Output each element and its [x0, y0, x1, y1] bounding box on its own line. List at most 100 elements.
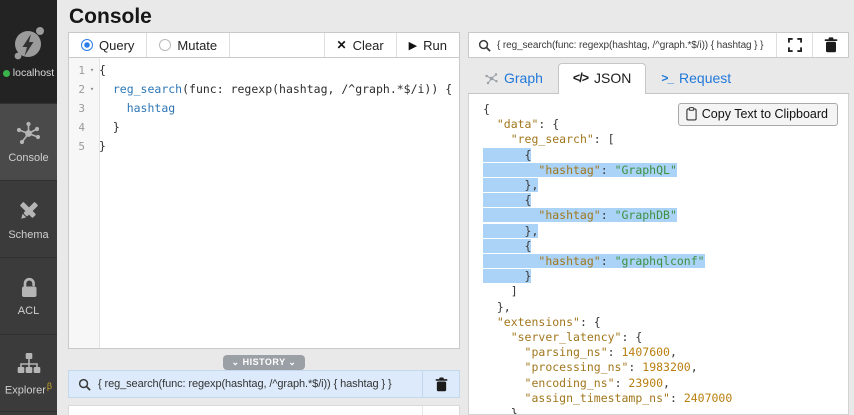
copy-to-clipboard-button[interactable]: Copy Text to Clipboard	[677, 103, 838, 126]
result-query-text: { reg_search(func: regexp(hashtag, /^gra…	[497, 39, 764, 51]
history-item[interactable]: { reg_search(func: regexp(hashtag, /^gra…	[68, 370, 460, 398]
dgraph-logo-icon	[14, 27, 44, 60]
line-number: 2	[78, 83, 85, 96]
json-line: },	[483, 299, 511, 314]
host-label: localhost	[12, 67, 55, 79]
schema-tools-icon	[19, 201, 38, 219]
radio-selected-icon	[81, 39, 93, 51]
mutate-mode-radio[interactable]: Mutate	[147, 33, 231, 57]
acl-lock-icon	[21, 277, 36, 297]
tab-json[interactable]: </> JSON	[557, 63, 647, 94]
trash-icon	[824, 37, 837, 53]
trash-icon	[435, 376, 447, 391]
editor-code: reg_search(func: regexp(hashtag, /^graph…	[112, 82, 453, 96]
sidebar-item-console[interactable]: Console	[0, 104, 57, 181]
console-graph-icon	[16, 121, 41, 145]
json-line: "assign_timestamp_ns": 2407000	[524, 390, 733, 405]
editor-code: {	[99, 63, 106, 77]
json-line: {	[483, 193, 532, 208]
query-toolbar: Query Mutate ✕ Clear ▶ Run	[68, 32, 460, 58]
json-line: "hashtag": "graphqlconf"	[483, 254, 848, 269]
run-button[interactable]: ▶ Run	[395, 33, 459, 57]
beta-badge: β	[46, 380, 53, 391]
line-number: 4	[78, 121, 85, 134]
sidebar: localhost Console Schema ACL Explorerβ	[0, 0, 57, 415]
json-result-body: Copy Text to Clipboard { "data": { "reg_…	[468, 94, 849, 415]
json-line: {	[483, 147, 532, 162]
fullscreen-button[interactable]	[776, 33, 812, 57]
tab-graph[interactable]: Graph	[470, 63, 558, 93]
query-editor[interactable]: 1 ▾{2 ▾ reg_search(func: regexp(hashtag, /…	[68, 58, 460, 349]
editor-line[interactable]: 1 ▾{	[69, 61, 459, 80]
code-brackets-icon: </>	[572, 71, 589, 85]
history-toggle-wrap: ⌄ HISTORY ⌄	[68, 352, 460, 370]
fold-arrow-icon[interactable]: ▾	[85, 80, 99, 99]
query-mode-label: Query	[99, 37, 135, 53]
history-item[interactable]	[68, 405, 460, 415]
result-panel: { reg_search(func: regexp(hashtag, /^gra…	[468, 32, 849, 415]
clear-button[interactable]: ✕ Clear	[323, 33, 396, 57]
clear-x-icon: ✕	[336, 38, 347, 52]
editor-line[interactable]: 3 hashtag	[69, 99, 459, 118]
json-line: "hashtag": "GraphQL"	[483, 162, 848, 178]
fold-arrow-icon[interactable]: ▾	[85, 61, 99, 80]
fullscreen-icon	[787, 38, 802, 52]
editor-line[interactable]: 5}	[69, 137, 459, 156]
page-title: Console	[69, 5, 152, 28]
fold-arrow-icon	[85, 99, 99, 118]
json-line: "extensions": {	[496, 314, 601, 329]
delete-history-button[interactable]	[422, 371, 459, 397]
json-line: "encoding_ns": 23900,	[524, 375, 670, 390]
sidebar-item-label: Console	[8, 152, 49, 164]
search-icon	[469, 33, 497, 57]
fold-arrow-icon	[85, 118, 99, 137]
tab-request[interactable]: >_ Request	[646, 63, 746, 93]
history-query-text: { reg_search(func: regexp(hashtag, /^gra…	[98, 378, 392, 390]
terminal-prompt-icon: >_	[661, 71, 674, 85]
json-line: },	[483, 223, 539, 238]
editor-line[interactable]: 4 }	[69, 118, 459, 137]
json-line: "server_latency": {	[510, 330, 643, 345]
fold-arrow-icon	[85, 137, 99, 156]
json-response[interactable]: { "data": { "reg_search": [ { "hashtag":…	[469, 94, 848, 415]
json-line: "parsing_ns": 1407600,	[524, 345, 677, 360]
json-line: }	[483, 269, 532, 284]
editor-code: }	[99, 139, 106, 153]
json-line: },	[483, 178, 539, 193]
query-panel: Query Mutate ✕ Clear ▶ Run 1 ▾ {2 ▾ reg…	[68, 32, 460, 415]
sidebar-item-localhost[interactable]: localhost	[0, 0, 57, 104]
result-tabs: Graph </> JSON >_ Request	[468, 63, 849, 94]
run-play-icon: ▶	[408, 39, 418, 52]
json-line: "processing_ns": 1983200,	[524, 360, 698, 375]
json-line: "reg_search": [	[510, 132, 615, 147]
search-icon	[69, 378, 98, 391]
clipboard-icon	[686, 107, 697, 121]
editor-code: }	[99, 120, 120, 134]
mutate-mode-label: Mutate	[177, 37, 218, 53]
sidebar-item-acl[interactable]: ACL	[0, 258, 57, 335]
line-number: 1	[78, 64, 85, 77]
radio-unselected-icon	[159, 39, 172, 51]
query-mode-radio[interactable]: Query	[69, 33, 148, 57]
json-line: },	[483, 406, 525, 415]
result-query-bar: { reg_search(func: regexp(hashtag, /^gra…	[468, 32, 849, 58]
delete-result-button[interactable]	[812, 33, 848, 57]
editor-code: hashtag	[126, 101, 176, 115]
explorer-sitemap-icon	[17, 352, 40, 373]
online-status-dot	[2, 69, 10, 77]
sidebar-item-label: Schema	[8, 228, 49, 241]
line-number: 3	[78, 102, 85, 115]
json-line: {	[483, 238, 532, 253]
sidebar-item-schema[interactable]: Schema	[0, 181, 57, 258]
main-area: Console Query Mutate ✕ Clear ▶ Run 1 ▾ {…	[57, 0, 854, 415]
sidebar-item-explorer[interactable]: Explorerβ	[0, 335, 57, 412]
history-toggle-button[interactable]: ⌄ HISTORY ⌄	[222, 355, 306, 370]
sidebar-item-label: ACL	[17, 304, 40, 317]
connection-status: localhost	[2, 67, 55, 79]
sidebar-item-label: Explorerβ	[4, 380, 53, 397]
editor-line[interactable]: 2 ▾ reg_search(func: regexp(hashtag, /^gr…	[69, 80, 459, 99]
delete-history-button[interactable]	[422, 406, 459, 415]
graph-network-icon	[485, 72, 498, 84]
line-number: 5	[78, 140, 85, 153]
